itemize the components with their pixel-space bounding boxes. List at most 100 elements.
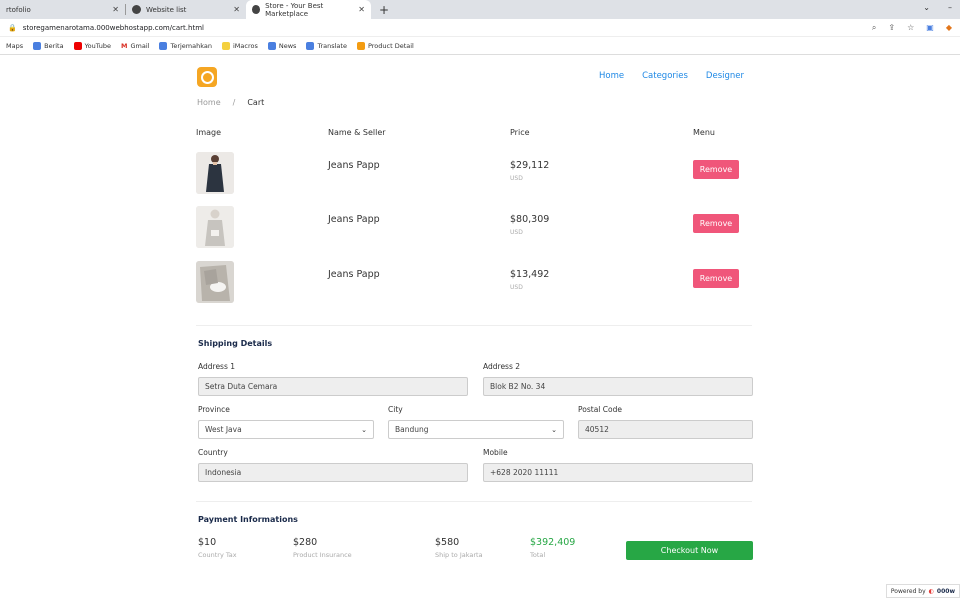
- country-label: Country: [198, 448, 228, 457]
- total-value: $392,409: [530, 537, 576, 548]
- bookmark-imacros[interactable]: iMacros: [221, 41, 258, 50]
- price-currency: USD: [510, 175, 523, 182]
- header-price: Price: [510, 128, 530, 137]
- postal-field[interactable]: 40512: [578, 420, 753, 439]
- window-controls: ⌄ –: [923, 3, 952, 12]
- tab-label: Store - Your Best Marketplace: [265, 1, 324, 18]
- tab-portfolio[interactable]: rtofolio ✕: [0, 0, 125, 19]
- breadcrumb-current: Cart: [247, 98, 265, 107]
- chevron-down-icon[interactable]: ⌄: [923, 3, 930, 12]
- tab-label: Website list: [146, 5, 187, 14]
- metamask-icon[interactable]: ◆: [946, 23, 952, 33]
- province-label: Province: [198, 405, 230, 414]
- header-name: Name & Seller: [328, 128, 386, 137]
- divider: [196, 501, 752, 502]
- bookmark-berita[interactable]: Berita: [33, 41, 64, 50]
- chevron-down-icon: ⌄: [361, 425, 367, 434]
- close-icon[interactable]: ✕: [233, 5, 240, 14]
- product-price: $13,492: [510, 269, 550, 280]
- translate-icon: [306, 41, 315, 50]
- remove-button[interactable]: Remove: [693, 160, 739, 179]
- cart-row: Jeans Papp $80,309 USD Remove: [196, 206, 756, 250]
- shipping-label: Ship to Jakarta: [435, 551, 483, 559]
- shipping-title: Shipping Details: [198, 339, 273, 348]
- payment-title: Payment Informations: [198, 515, 298, 524]
- minimize-icon[interactable]: –: [948, 3, 952, 12]
- main-nav: Home Categories Designer: [599, 71, 744, 81]
- payment-summary: $10 Country Tax $280 Product Insurance $…: [196, 537, 756, 561]
- gmail-icon: M: [121, 41, 128, 50]
- 000webhost-logo-icon: ◐: [928, 587, 934, 595]
- nav-designer[interactable]: Designer: [706, 71, 744, 81]
- product-price: $29,112: [510, 160, 550, 171]
- product-name: Jeans Papp: [328, 160, 380, 171]
- address1-field[interactable]: Setra Duta Cemara: [198, 377, 468, 396]
- new-tab-button[interactable]: +: [371, 3, 397, 17]
- remove-button[interactable]: Remove: [693, 214, 739, 233]
- bookmark-gmail[interactable]: M Gmail: [121, 42, 149, 50]
- city-label: City: [388, 405, 403, 414]
- logo-icon: [200, 70, 214, 84]
- country-tax-label: Country Tax: [198, 551, 237, 559]
- header-menu: Menu: [693, 128, 715, 137]
- translate-icon: [159, 41, 168, 50]
- product-image: [196, 206, 234, 248]
- powered-by-badge[interactable]: Powered by ◐ 000w: [885, 584, 960, 598]
- bookmark-terjemahkan[interactable]: Terjemahkan: [159, 41, 212, 50]
- cart-row: Jeans Papp $13,492 USD Remove: [196, 261, 756, 305]
- tab-label: rtofolio: [6, 5, 31, 14]
- nav-home[interactable]: Home: [599, 71, 624, 81]
- price-currency: USD: [510, 229, 523, 236]
- share-icon[interactable]: ⇪: [888, 23, 895, 33]
- cart-row: Jeans Papp $29,112 USD Remove: [196, 152, 756, 196]
- price-currency: USD: [510, 284, 523, 291]
- country-field[interactable]: Indonesia: [198, 463, 468, 482]
- postal-label: Postal Code: [578, 405, 622, 414]
- address2-field[interactable]: Blok B2 No. 34: [483, 377, 753, 396]
- tab-store[interactable]: Store - Your Best Marketplace ✕: [246, 0, 371, 19]
- address1-label: Address 1: [198, 362, 236, 371]
- lock-icon[interactable]: 🔒: [8, 24, 17, 32]
- globe-icon: [132, 5, 141, 14]
- city-select[interactable]: Bandung ⌄: [388, 420, 564, 439]
- nav-categories[interactable]: Categories: [642, 71, 688, 81]
- browser-tab-bar: rtofolio ✕ Website list ✕ Store - Your B…: [0, 0, 960, 19]
- bookmark-youtube[interactable]: YouTube: [73, 41, 111, 50]
- total-label: Total: [530, 551, 546, 559]
- breadcrumb-separator: /: [232, 98, 236, 107]
- tab-website-list[interactable]: Website list ✕: [126, 0, 246, 19]
- bookmark-icon: [356, 41, 365, 50]
- product-price: $80,309: [510, 214, 550, 225]
- address2-label: Address 2: [483, 362, 521, 371]
- divider: [196, 325, 752, 326]
- breadcrumb-home[interactable]: Home: [197, 98, 221, 107]
- close-icon[interactable]: ✕: [358, 5, 365, 14]
- shipping-value: $580: [435, 537, 460, 548]
- chevron-down-icon: ⌄: [551, 425, 557, 434]
- insurance-label: Product Insurance: [293, 551, 352, 559]
- bookmark-maps[interactable]: Maps: [6, 42, 23, 50]
- product-name: Jeans Papp: [328, 214, 380, 225]
- bookmark-news[interactable]: News: [267, 41, 296, 50]
- url-input[interactable]: storegamenarotama.000webhostapp.com/cart…: [23, 24, 204, 32]
- translate-icon[interactable]: ▣: [926, 23, 934, 33]
- logo[interactable]: [197, 67, 217, 87]
- address-bar: 🔒 storegamenarotama.000webhostapp.com/ca…: [0, 19, 960, 37]
- bookmark-product-detail[interactable]: Product Detail: [356, 41, 414, 50]
- insurance-value: $280: [293, 537, 318, 548]
- mobile-label: Mobile: [483, 448, 508, 457]
- breadcrumb: Home / Cart: [197, 98, 264, 107]
- page: Home Categories Designer Home / Cart Ima…: [0, 55, 960, 600]
- news-icon: [33, 41, 42, 50]
- star-icon[interactable]: ☆: [907, 23, 914, 33]
- zoom-icon[interactable]: ⌕: [872, 23, 876, 33]
- youtube-icon: [73, 41, 82, 50]
- country-tax-value: $10: [198, 537, 217, 548]
- bookmark-translate[interactable]: Translate: [306, 41, 347, 50]
- checkout-button[interactable]: Checkout Now: [626, 541, 753, 560]
- close-icon[interactable]: ✕: [112, 5, 119, 14]
- globe-icon: [252, 5, 261, 14]
- remove-button[interactable]: Remove: [693, 269, 739, 288]
- province-select[interactable]: West Java ⌄: [198, 420, 374, 439]
- mobile-field[interactable]: +628 2020 11111: [483, 463, 753, 482]
